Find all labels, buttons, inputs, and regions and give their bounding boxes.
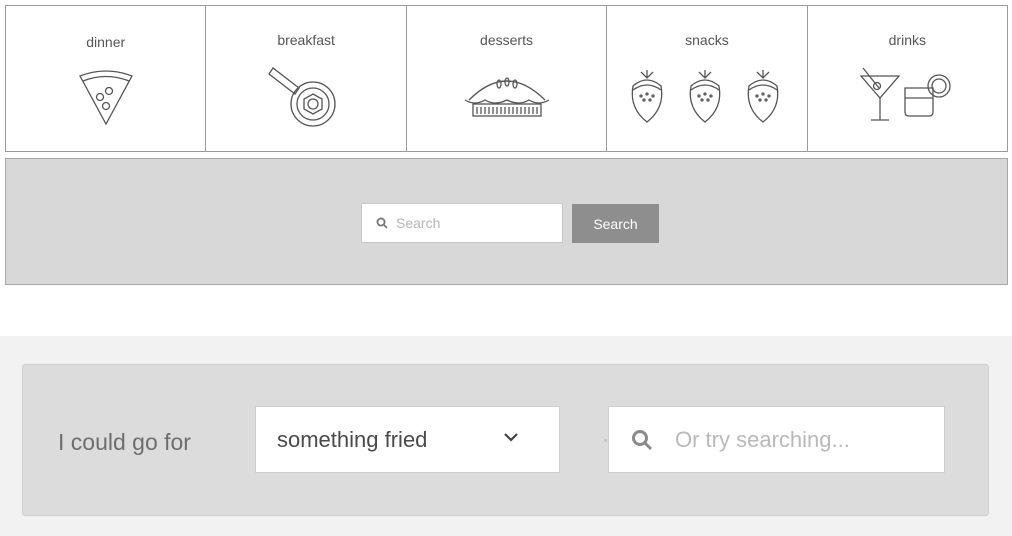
category-label-snacks: snacks	[685, 32, 729, 48]
recipe-search-mockups: dinner breakfast desserts snacks drinks …	[0, 0, 1012, 536]
category-label-dinner: dinner	[86, 34, 126, 50]
category-breakfast[interactable]: breakfast	[206, 6, 407, 151]
search-panel: Search	[5, 158, 1008, 285]
category-drinks[interactable]: drinks	[808, 6, 1007, 151]
craving-search-field[interactable]	[608, 406, 945, 473]
category-label-desserts: desserts	[480, 32, 533, 48]
search-input[interactable]	[396, 215, 536, 231]
category-snacks[interactable]: snacks	[607, 6, 808, 151]
separator-dot	[604, 439, 607, 442]
strawberries-icon	[607, 66, 806, 126]
category-label-breakfast: breakfast	[277, 32, 335, 48]
search-icon	[631, 429, 653, 451]
craving-search-input[interactable]	[675, 426, 915, 453]
category-strip: dinner breakfast desserts snacks drinks	[5, 5, 1008, 152]
frying-pan-egg-icon	[206, 66, 405, 130]
craving-band: I could go for something fried	[0, 336, 1012, 536]
pizza-slice-icon	[6, 64, 205, 126]
search-icon	[376, 217, 388, 229]
search-field[interactable]	[361, 203, 563, 243]
cocktail-glasses-icon	[808, 66, 1007, 126]
pie-icon	[407, 70, 606, 124]
craving-label: I could go for	[58, 429, 191, 455]
category-label-drinks: drinks	[888, 32, 926, 48]
category-dinner[interactable]: dinner	[6, 6, 207, 151]
craving-dropdown[interactable]: something fried	[255, 406, 560, 473]
search-button[interactable]: Search	[572, 204, 659, 243]
craving-selected-value: something fried	[277, 426, 428, 452]
craving-panel: I could go for something fried	[22, 364, 989, 516]
chevron-down-icon	[503, 432, 519, 442]
category-desserts[interactable]: desserts	[407, 6, 608, 151]
